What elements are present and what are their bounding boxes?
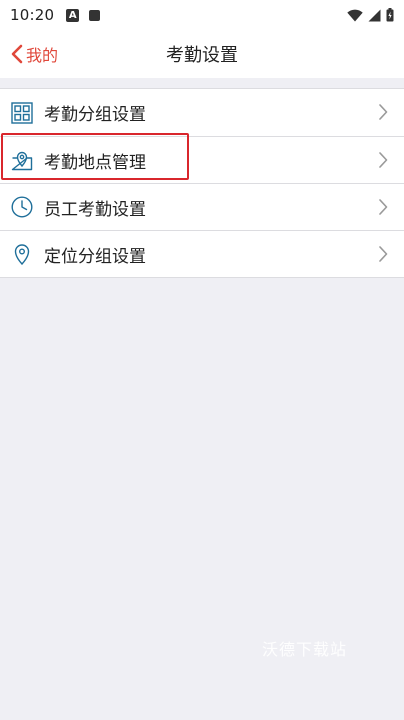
chevron-right-icon — [379, 152, 388, 168]
location-icon — [10, 242, 34, 266]
page-title: 考勤设置 — [166, 45, 238, 66]
status-right-icons — [347, 8, 394, 22]
back-label: 我的 — [26, 46, 59, 65]
wifi-icon — [347, 9, 363, 21]
menu-item-label: 考勤分组设置 — [44, 105, 146, 125]
grid-icon — [10, 101, 34, 125]
battery-icon — [386, 8, 394, 22]
menu-item-label: 定位分组设置 — [44, 246, 146, 267]
status-left-icons: A — [66, 8, 101, 22]
map-pin-icon — [10, 148, 34, 172]
back-button[interactable]: 我的 — [10, 30, 58, 78]
chevron-left-icon — [11, 44, 23, 64]
settings-menu-list: 考勤分组设置 考勤地点管理 员工考勤设置 定位分组设置 — [0, 88, 404, 278]
menu-item-label: 员工考勤设置 — [44, 199, 146, 220]
chevron-right-icon — [379, 104, 388, 120]
nav-bar: 考勤设置 我的 — [0, 30, 404, 78]
cell-signal-icon — [368, 9, 381, 21]
square-notification-icon — [89, 9, 101, 21]
status-bar: 10:20 A — [0, 0, 404, 30]
a-notification-icon: A — [66, 8, 80, 22]
menu-item-positioning-group[interactable]: 定位分组设置 — [0, 230, 404, 277]
menu-item-location-management[interactable]: 考勤地点管理 — [0, 136, 404, 183]
watermark-text: 沃德下载站 — [262, 640, 348, 659]
clock-icon — [10, 195, 34, 219]
menu-item-label: 考勤地点管理 — [44, 152, 146, 173]
menu-item-employee-attendance[interactable]: 员工考勤设置 — [0, 183, 404, 230]
status-time: 10:20 — [10, 6, 55, 24]
chevron-right-icon — [379, 199, 388, 215]
chevron-right-icon — [379, 246, 388, 262]
menu-item-group-settings[interactable]: 考勤分组设置 — [0, 89, 404, 136]
